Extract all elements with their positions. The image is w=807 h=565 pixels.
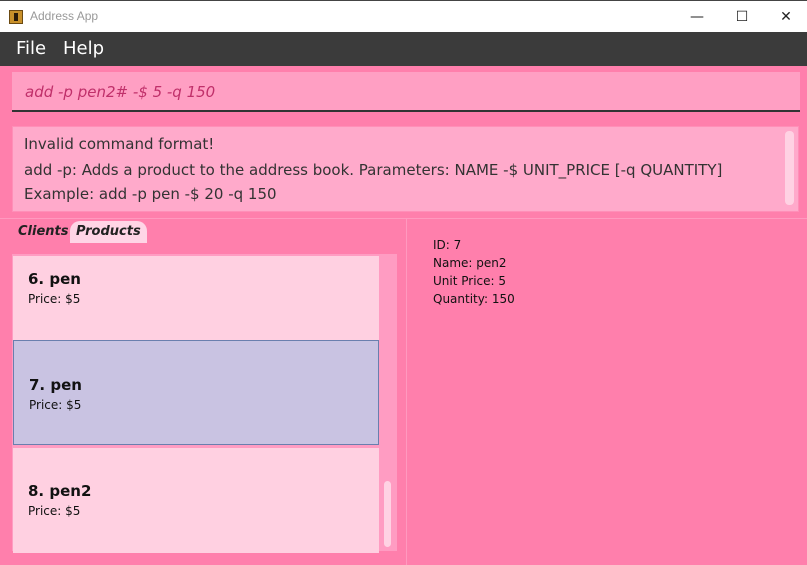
product-price: Price: $5 <box>28 292 81 306</box>
minimize-button[interactable]: — <box>675 1 719 32</box>
command-input[interactable]: add -p pen2# -$ 5 -q 150 <box>12 72 800 112</box>
command-area: add -p pen2# -$ 5 -q 150 <box>0 66 807 120</box>
command-text: add -p pen2# -$ 5 -q 150 <box>25 83 216 101</box>
tab-products[interactable]: Products <box>70 221 147 243</box>
product-list: 6. pen Price: $5 7. pen Price: $5 8. pen… <box>12 254 397 553</box>
product-name: 6. pen <box>28 270 81 288</box>
vertical-divider <box>406 219 407 565</box>
window-title: Address App <box>30 9 99 23</box>
product-name: 7. pen <box>29 376 82 394</box>
result-line-2: add -p: Adds a product to the address bo… <box>24 161 723 179</box>
detail-name: Name: pen2 <box>433 256 507 270</box>
result-line-3: Example: add -p pen -$ 20 -q 150 <box>24 185 277 203</box>
maximize-button[interactable]: ☐ <box>720 1 764 32</box>
product-card[interactable]: 8. pen2 Price: $5 <box>13 448 379 553</box>
list-pane: Clients Products 6. pen Price: $5 7. pen… <box>0 219 406 565</box>
close-button[interactable]: ✕ <box>764 1 807 32</box>
product-detail-panel: ID: 7 Name: pen2 Unit Price: 5 Quantity:… <box>433 236 515 308</box>
list-scrollbar-thumb[interactable] <box>384 481 391 547</box>
title-bar: Address App — ☐ ✕ <box>0 0 807 32</box>
product-price: Price: $5 <box>29 398 82 412</box>
menu-file[interactable]: File <box>16 38 46 59</box>
result-scrollbar[interactable] <box>785 131 794 205</box>
menu-help[interactable]: Help <box>63 38 104 59</box>
result-line-1: Invalid command format! <box>24 135 215 153</box>
app-icon <box>9 10 23 24</box>
product-name: 8. pen2 <box>28 482 92 500</box>
product-card-selected[interactable]: 7. pen Price: $5 <box>13 340 379 445</box>
detail-id: ID: 7 <box>433 238 462 252</box>
list-scrollbar[interactable] <box>382 254 393 551</box>
result-display: Invalid command format! add -p: Adds a p… <box>12 126 799 212</box>
product-price: Price: $5 <box>28 504 81 518</box>
tab-clients[interactable]: Clients <box>12 221 74 243</box>
detail-unit-price: Unit Price: 5 <box>433 274 507 288</box>
detail-quantity: Quantity: 150 <box>433 292 515 306</box>
menu-bar: File Help <box>0 32 807 66</box>
